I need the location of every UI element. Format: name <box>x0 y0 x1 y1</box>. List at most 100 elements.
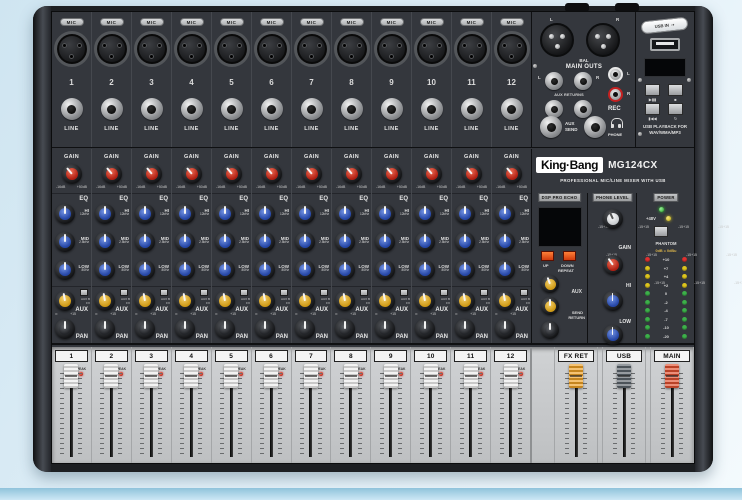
scale-max: +15 <box>230 312 236 316</box>
eq-label: EQ <box>359 196 368 202</box>
knob-pointer <box>173 289 196 312</box>
fader-scale-ticks <box>631 373 635 455</box>
aux-b-fx-label: AUX BFX <box>521 298 530 305</box>
gain-label: GAIN <box>252 154 291 160</box>
fader-scale-ticks <box>438 373 442 455</box>
channel-number: 4 <box>172 78 211 87</box>
meter-db-label: +2 <box>658 283 674 288</box>
gain-knob <box>222 164 242 184</box>
aux-knob <box>495 291 515 311</box>
gain-scale: -16dB+50dB <box>92 185 131 189</box>
fader-strip-label: 6 <box>255 350 288 362</box>
phone-level-knob <box>603 209 623 229</box>
channel-jack-strips: MIC1LINEMIC2LINEMIC3LINEMIC4LINEMIC5LINE… <box>52 12 532 147</box>
aux-scale: ∞+15 <box>412 312 439 316</box>
gain-scale: -16dB+50dB <box>52 185 91 189</box>
knob-pointer <box>175 260 195 280</box>
eq-band-label: MID2.5kHz <box>354 236 369 245</box>
gain-knob <box>262 164 282 184</box>
mic-label: MIC <box>380 18 404 26</box>
meter-row: +10 <box>645 257 687 262</box>
eq-label: EQ <box>479 196 488 202</box>
eq-low-knob <box>455 260 475 280</box>
aux-knob <box>415 291 435 311</box>
aux-scale: ∞+15 <box>452 312 479 316</box>
eq-hi-knob <box>55 204 75 224</box>
fader-strip-label: 8 <box>334 350 367 362</box>
meter-led-left <box>645 266 650 271</box>
knob-pointer <box>55 204 75 224</box>
aux-b-fx-label: AUX BFX <box>201 298 210 305</box>
mic-label: MIC <box>300 18 324 26</box>
scale-max: +50dB <box>277 185 287 189</box>
aux-scale: ∞+15 <box>372 312 399 316</box>
mic-label: MIC <box>100 18 124 26</box>
scale-min: -16dB <box>136 185 145 189</box>
xlr-mic-input <box>334 31 370 67</box>
eq-band-label: LOW80Hz <box>74 264 89 273</box>
eq-band-label: HI12kHz <box>114 208 129 217</box>
mic-label: MIC <box>460 18 484 26</box>
gain-scale: -16dB+50dB <box>292 185 331 189</box>
gain-label: GAIN <box>492 154 531 160</box>
usb-stop-button <box>668 84 683 96</box>
fader-cap <box>144 364 158 388</box>
input-jack-row: MIC1LINEMIC2LINEMIC3LINEMIC4LINEMIC5LINE… <box>52 12 694 148</box>
knob-pointer <box>215 319 235 339</box>
scale-min: -16dB <box>256 185 265 189</box>
knob-pointer <box>295 232 315 252</box>
pan-knob <box>255 319 275 339</box>
fader-scale-ticks <box>398 373 402 455</box>
pan-label: PAN <box>276 334 288 340</box>
pan-knob <box>55 319 75 339</box>
fader-cap <box>344 364 358 388</box>
fader-scale-ticks <box>318 373 322 455</box>
knob-pointer <box>375 232 395 252</box>
eq-band-label: MID2.5kHz <box>234 236 249 245</box>
eq-mid-knob <box>255 232 275 252</box>
channel-fader: 7PEAK <box>292 347 332 463</box>
channel-fader: 11PEAK <box>451 347 491 463</box>
meter-row: +4 <box>645 274 687 279</box>
eq-band-label: HI12kHz <box>74 208 89 217</box>
channel-control-strip: GAIN-16dB+50dBEQHI12kHz-15+15MID2.5kHz-1… <box>132 149 172 343</box>
fader-scale-ticks <box>500 373 504 455</box>
meter-led-right <box>682 300 687 305</box>
usb-prev-button <box>645 103 660 115</box>
line-label: LINE <box>492 126 531 132</box>
eq-band-label: HI12kHz <box>434 208 449 217</box>
page-bottom-bar <box>0 488 742 500</box>
scale-max: +50dB <box>117 185 127 189</box>
knob-pointer <box>377 160 405 188</box>
fader-cap <box>304 364 318 388</box>
scale-max: +15 <box>723 225 729 229</box>
master-fader-usb: USB <box>602 347 646 463</box>
channel-fader: 1PEAK <box>52 347 92 463</box>
channel-fader: 2PEAK <box>92 347 132 463</box>
mic-label: MIC <box>260 18 284 26</box>
screw <box>638 132 642 136</box>
phantom-voltage-label: +48V <box>646 216 656 221</box>
mic-label: MIC <box>60 18 84 26</box>
mixer-unit: MIC1LINEMIC2LINEMIC3LINEMIC4LINEMIC5LINE… <box>33 6 713 472</box>
scale-min: -16dB <box>176 185 185 189</box>
knob-pointer <box>255 260 275 280</box>
scale-min: -16dB <box>56 185 65 189</box>
gain-knob <box>142 164 162 184</box>
knob-pointer <box>215 232 235 252</box>
channel-number: 9 <box>372 78 411 87</box>
knob-pointer <box>255 232 275 252</box>
usb-hi-knob <box>603 291 623 311</box>
channel-number: 8 <box>332 78 371 87</box>
knob-pointer <box>415 232 435 252</box>
knob-pointer <box>295 260 315 280</box>
meter-row: -7 <box>645 317 687 322</box>
xlr-mic-input <box>294 31 330 67</box>
master-section: King·Bang MG124CX PROFESSIONAL MIC/LINE … <box>532 149 694 343</box>
fader-strip-label: 10 <box>414 350 447 362</box>
channel-fader: 10PEAK <box>411 347 451 463</box>
scale-min: -16dB <box>496 185 505 189</box>
knob-pointer <box>375 260 395 280</box>
line-input-jack <box>261 98 283 120</box>
knob-pointer <box>177 160 205 188</box>
